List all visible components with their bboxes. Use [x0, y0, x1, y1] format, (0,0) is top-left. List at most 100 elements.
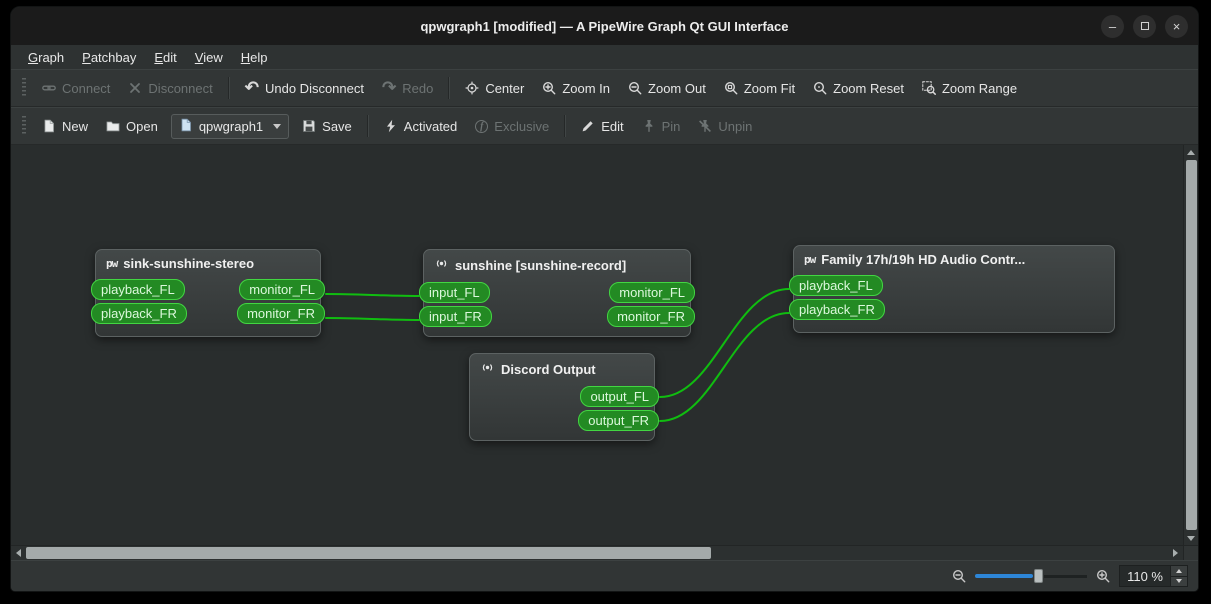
zoom-in-label: Zoom In [562, 80, 611, 96]
edit-button[interactable]: Edit [572, 114, 632, 139]
node-sink-sunshine-stereo[interactable]: pw sink-sunshine-stereo playback_FL moni… [91, 249, 325, 337]
zoom-range-button[interactable]: Zoom Range [913, 76, 1026, 101]
zoom-fit-icon [724, 81, 738, 95]
zoom-in-small-icon[interactable] [1096, 569, 1110, 583]
menu-view[interactable]: View [186, 47, 232, 68]
center-icon [465, 81, 479, 95]
save-icon [302, 119, 316, 133]
zoom-slider[interactable] [975, 569, 1088, 583]
horizontal-scroll-track[interactable] [26, 546, 1168, 560]
minimize-button[interactable]: – [1101, 14, 1124, 38]
open-label: Open [126, 118, 158, 134]
vertical-scrollbar[interactable] [1183, 145, 1198, 545]
zoom-decrement-button[interactable] [1171, 575, 1187, 586]
menu-help[interactable]: Help [232, 47, 277, 68]
hscroll-row [11, 545, 1198, 560]
connect-label: Connect [62, 80, 111, 96]
redo-icon: ↷ [381, 78, 397, 97]
zoom-increment-button[interactable] [1171, 566, 1187, 576]
scroll-up-button[interactable] [1184, 145, 1198, 159]
new-button[interactable]: New [33, 114, 97, 139]
port-playback-fl[interactable]: playback_FL [789, 274, 883, 296]
port-monitor-fr[interactable]: monitor_FR [237, 302, 325, 324]
node-header[interactable]: pw sink-sunshine-stereo [96, 250, 320, 274]
vertical-scroll-thumb[interactable] [1185, 160, 1197, 530]
port-monitor-fl[interactable]: monitor_FL [239, 278, 325, 300]
undo-button[interactable]: ↶ Undo Disconnect [236, 76, 373, 101]
arrow-up-icon [1176, 568, 1182, 573]
menu-edit[interactable]: Edit [145, 47, 185, 68]
menu-patchbay-rest: atchbay [90, 49, 137, 65]
zoom-out-small-icon[interactable] [952, 569, 966, 583]
node-header[interactable]: Discord Output [470, 354, 654, 381]
toolbar-drag-handle[interactable] [22, 116, 26, 136]
port-monitor-fl[interactable]: monitor_FL [609, 281, 695, 303]
horizontal-scrollbar[interactable] [11, 546, 1183, 560]
graph-canvas[interactable]: pw sink-sunshine-stereo playback_FL moni… [11, 145, 1183, 545]
exclusive-toggle[interactable]: f Exclusive [466, 114, 558, 139]
arrow-right-icon [1173, 549, 1178, 557]
zoom-value[interactable]: 110 % [1119, 565, 1171, 587]
canvas-row: pw sink-sunshine-stereo playback_FL moni… [11, 145, 1198, 545]
zoom-in-button[interactable]: Zoom In [533, 76, 619, 101]
pushpin-crossed-icon [698, 119, 712, 133]
node-family-hd-audio[interactable]: pw Family 17h/19h HD Audio Contr... play… [789, 245, 1115, 333]
pin-button[interactable]: Pin [633, 114, 690, 139]
patchbay-selector[interactable]: qpwgraph1 [170, 113, 290, 139]
port-list: playback_FL playback_FR [789, 270, 1114, 327]
undo-label: Undo Disconnect [264, 80, 364, 96]
disconnect-icon [128, 81, 142, 95]
redo-label: Redo [402, 80, 434, 96]
horizontal-scroll-thumb[interactable] [26, 547, 712, 559]
toolbar-graph: Connect Disconnect ↶ Undo Disconnect ↷ R… [11, 69, 1198, 107]
window-title: qpwgraph1 [modified] — A PipeWire Graph … [420, 18, 789, 34]
zoom-reset-button[interactable]: Zoom Reset [804, 76, 913, 101]
titlebar[interactable]: qpwgraph1 [modified] — A PipeWire Graph … [11, 7, 1198, 45]
scroll-right-button[interactable] [1168, 546, 1183, 560]
center-button[interactable]: Center [456, 76, 533, 101]
port-output-fl[interactable]: output_FL [580, 385, 659, 407]
node-sunshine-record[interactable]: sunshine [sunshine-record] input_FL moni… [419, 249, 695, 337]
disconnect-label: Disconnect [148, 80, 213, 96]
unpin-button[interactable]: Unpin [689, 114, 761, 139]
toolbar-drag-handle[interactable] [22, 78, 26, 98]
open-button[interactable]: Open [97, 114, 167, 139]
node-header[interactable]: sunshine [sunshine-record] [424, 250, 690, 277]
zoom-range-icon [922, 81, 936, 95]
port-playback-fr[interactable]: playback_FR [789, 298, 885, 320]
zoom-out-button[interactable]: Zoom Out [619, 76, 715, 101]
scrollbar-corner [1183, 546, 1198, 560]
scroll-down-button[interactable] [1184, 531, 1198, 545]
new-file-icon [42, 119, 56, 133]
menu-patchbay[interactable]: Patchbay [73, 47, 145, 68]
node-header[interactable]: pw Family 17h/19h HD Audio Contr... [794, 246, 1114, 270]
menu-help-rest: elp [250, 49, 268, 65]
save-button[interactable]: Save [293, 114, 361, 139]
menu-edit-rest: dit [163, 49, 177, 65]
patchbay-file-icon [179, 118, 193, 135]
port-playback-fl[interactable]: playback_FL [91, 278, 185, 300]
zoom-fit-button[interactable]: Zoom Fit [715, 76, 804, 101]
zoom-in-icon [542, 81, 556, 95]
activated-toggle[interactable]: Activated [375, 114, 466, 139]
node-discord-output[interactable]: Discord Output output_FL output_FR [469, 353, 659, 441]
zoom-range-label: Zoom Range [941, 80, 1018, 96]
port-output-fr[interactable]: output_FR [578, 409, 659, 431]
stream-icon [434, 256, 449, 274]
port-input-fl[interactable]: input_FL [419, 281, 490, 303]
port-list: input_FL monitor_FL input_FR monitor_FR [419, 277, 695, 334]
port-input-fr[interactable]: input_FR [419, 305, 492, 327]
connect-button[interactable]: Connect [33, 76, 119, 101]
exclusive-icon: f [475, 119, 489, 133]
menu-graph[interactable]: Graph [19, 47, 73, 68]
port-playback-fr[interactable]: playback_FR [91, 302, 187, 324]
port-monitor-fr[interactable]: monitor_FR [607, 305, 695, 327]
close-button[interactable]: × [1165, 14, 1188, 38]
scroll-left-button[interactable] [11, 546, 26, 560]
menu-patchbay-accel: P [82, 49, 91, 65]
maximize-button[interactable] [1133, 14, 1156, 38]
zoom-spinbox[interactable]: 110 % [1119, 565, 1188, 587]
zoom-slider-handle[interactable] [1034, 569, 1044, 583]
redo-button[interactable]: ↷ Redo [373, 76, 442, 101]
disconnect-button[interactable]: Disconnect [119, 76, 221, 101]
